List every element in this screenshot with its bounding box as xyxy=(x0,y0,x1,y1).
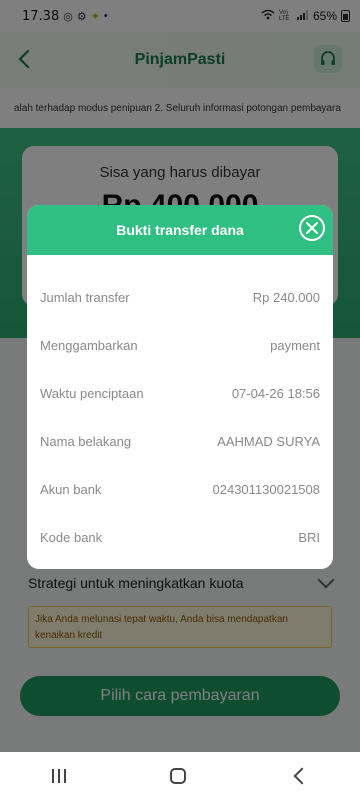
detail-label: Jumlah transfer xyxy=(40,289,130,305)
recents-icon[interactable] xyxy=(52,769,66,783)
detail-row-last-name: Nama belakang AAHMAD SURYA xyxy=(27,417,333,465)
close-button[interactable] xyxy=(299,215,325,241)
detail-label: Kode bank xyxy=(40,529,103,545)
detail-label: Waktu penciptaan xyxy=(40,385,144,401)
detail-row-bank-account: Akun bank 024301130021508 xyxy=(27,465,333,513)
detail-value: payment xyxy=(270,337,320,353)
dialog-title: Bukti transfer dana xyxy=(116,222,244,238)
dialog-body: Jumlah transfer Rp 240.000 Menggambarkan… xyxy=(27,255,333,561)
dialog-header: Bukti transfer dana xyxy=(27,205,333,255)
detail-label: Nama belakang xyxy=(40,433,132,449)
detail-value: 07-04-26 18:56 xyxy=(231,385,320,401)
detail-value: Rp 240.000 xyxy=(252,289,320,305)
detail-value: 024301130021508 xyxy=(212,481,321,497)
detail-value: BRI xyxy=(298,529,320,545)
detail-row-created-time: Waktu penciptaan 07-04-26 18:56 xyxy=(27,369,333,417)
detail-label: Menggambarkan xyxy=(40,337,138,353)
close-icon xyxy=(306,222,318,234)
detail-value: AAHMAD SURYA xyxy=(217,433,320,449)
detail-row-amount: Jumlah transfer Rp 240.000 xyxy=(27,273,333,321)
detail-row-bank-code: Kode bank BRI xyxy=(27,513,333,561)
home-icon[interactable] xyxy=(170,768,186,784)
system-nav-bar xyxy=(0,752,360,800)
detail-label: Akun bank xyxy=(40,481,102,497)
detail-row-description: Menggambarkan payment xyxy=(27,321,333,369)
system-back-icon[interactable] xyxy=(293,767,311,785)
transfer-proof-dialog: Bukti transfer dana Jumlah transfer Rp 2… xyxy=(27,205,333,569)
